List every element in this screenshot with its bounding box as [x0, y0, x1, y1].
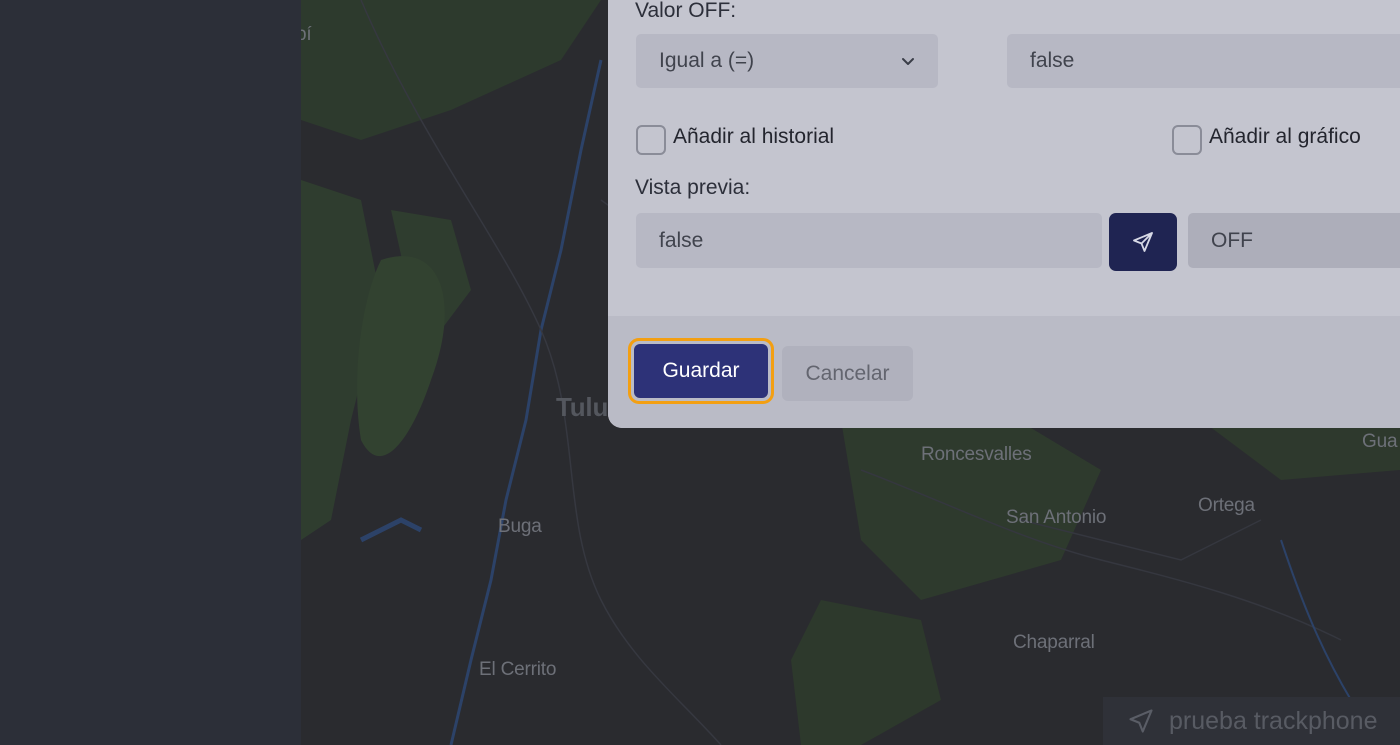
sensor-config-modal: Valor OFF: Igual a (=) false Añadir al h…: [608, 0, 1400, 428]
vehicle-name: prueba trackphone: [1169, 706, 1378, 735]
preview-label: Vista previa:: [635, 176, 751, 199]
valor-off-label: Valor OFF:: [635, 0, 737, 22]
map-label-san-antonio: San Antonio: [1006, 507, 1107, 528]
map-label-pi: pí: [301, 24, 312, 45]
map-label-el-cerrito: El Cerrito: [479, 659, 557, 680]
map-label-gua: Gua: [1362, 431, 1398, 452]
save-button[interactable]: Guardar: [634, 344, 768, 398]
map-label-ortega: Ortega: [1198, 495, 1255, 516]
chevron-down-icon: [902, 58, 914, 65]
off-value-text: false: [1030, 49, 1075, 72]
preview-result-text: OFF: [1211, 228, 1253, 252]
left-panel: [0, 0, 301, 745]
operator-select-value: Igual a (=): [659, 49, 755, 72]
add-history-label: Añadir al historial: [673, 125, 835, 148]
map-label-chaparral: Chaparral: [1013, 632, 1095, 653]
map-label-tulua: Tulu: [556, 392, 609, 422]
map-label-roncesvalles: Roncesvalles: [921, 444, 1032, 465]
cancel-button[interactable]: Cancelar: [782, 346, 913, 401]
paper-plane-icon: [1133, 232, 1153, 252]
preview-input-text: false: [659, 228, 704, 252]
off-value-input[interactable]: false: [1007, 34, 1400, 88]
preview-input[interactable]: false: [636, 213, 1102, 268]
navigation-arrow-icon: [1129, 709, 1153, 733]
add-chart-checkbox[interactable]: [1172, 125, 1202, 155]
vehicle-item[interactable]: prueba trackphone: [1103, 697, 1400, 745]
add-chart-label: Añadir al gráfico: [1209, 125, 1361, 148]
add-history-checkbox[interactable]: [636, 125, 666, 155]
preview-result: OFF: [1188, 213, 1400, 268]
operator-select[interactable]: Igual a (=): [636, 34, 938, 88]
modal-footer: Guardar Cancelar: [608, 316, 1400, 428]
map-label-buga: Buga: [498, 516, 542, 537]
send-preview-button[interactable]: [1109, 213, 1177, 271]
save-button-focus-ring: Guardar: [628, 338, 774, 404]
